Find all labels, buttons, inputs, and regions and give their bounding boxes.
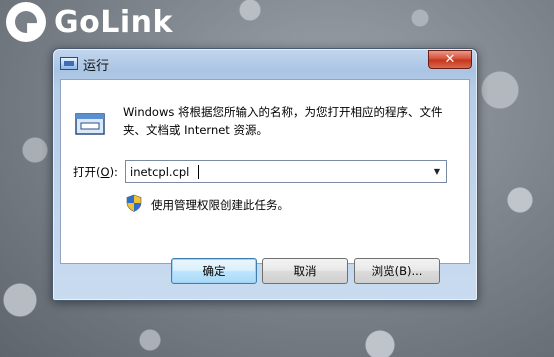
ok-button[interactable]: 确定 xyxy=(171,258,257,284)
chevron-down-icon[interactable]: ▼ xyxy=(428,161,446,182)
command-input[interactable] xyxy=(126,161,426,182)
dialog-body: Windows 将根据您所输入的名称，为您打开相应的程序、文件夹、文档或 Int… xyxy=(60,79,470,264)
uac-shield-icon xyxy=(126,194,142,212)
run-dialog: 运行 ✕ Windows 将根据您所输入的名称，为您打开相应的程序、文件夹、文档… xyxy=(52,48,478,301)
window-title: 运行 xyxy=(83,59,110,74)
dialog-description: Windows 将根据您所输入的名称，为您打开相应的程序、文件夹、文档或 Int… xyxy=(123,105,443,137)
golink-logo: GoLink xyxy=(6,2,173,42)
golink-logo-text: GoLink xyxy=(54,4,173,40)
open-label-hotkey: O xyxy=(100,165,110,179)
open-label-prefix: 打开( xyxy=(73,165,101,179)
text-caret xyxy=(198,165,199,179)
run-icon xyxy=(75,113,105,135)
close-button[interactable]: ✕ xyxy=(428,50,472,69)
browse-button[interactable]: 浏览(B)... xyxy=(354,258,440,284)
open-label-suffix: ): xyxy=(109,165,118,179)
open-label: 打开(O): xyxy=(73,164,118,180)
admin-note: 使用管理权限创建此任务。 xyxy=(151,198,289,212)
title-bar[interactable]: 运行 ✕ xyxy=(53,49,477,77)
golink-logo-icon xyxy=(6,2,46,42)
open-combobox[interactable]: ▼ xyxy=(125,160,447,183)
cancel-button[interactable]: 取消 xyxy=(262,258,348,284)
run-app-icon xyxy=(60,57,78,70)
